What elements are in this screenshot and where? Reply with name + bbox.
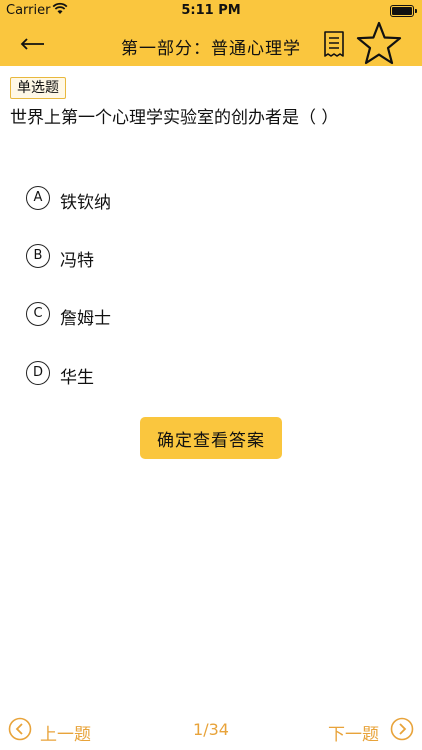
footer-bar: 上一题 1/34 下一题: [0, 712, 422, 748]
option-label: 冯特: [60, 251, 94, 271]
option-letter: A: [26, 186, 50, 210]
option-letter: C: [26, 302, 50, 326]
option-letter: B: [26, 244, 50, 268]
star-icon[interactable]: [355, 20, 403, 66]
confirm-answer-button[interactable]: 确定查看答案: [140, 417, 282, 459]
next-question-label: 下一题: [328, 725, 379, 745]
battery-icon: [390, 5, 417, 17]
question-text: 世界上第一个心理学实验室的创办者是（ ）: [10, 108, 339, 128]
next-question-button[interactable]: 下一题: [324, 717, 414, 745]
question-type-tag: 单选题: [10, 77, 66, 99]
nav-bar: 第一部分：普通心理学: [0, 20, 422, 66]
option-label: 华生: [60, 368, 94, 388]
clock: 5:11 PM: [181, 3, 241, 18]
status-bar: Carrier 5:11 PM: [0, 0, 422, 22]
document-icon[interactable]: [322, 30, 346, 58]
option-label: 铁钦纳: [60, 193, 111, 213]
option-letter: D: [26, 361, 50, 385]
next-arrow-icon: [390, 717, 414, 741]
option-label: 詹姆士: [60, 309, 111, 329]
